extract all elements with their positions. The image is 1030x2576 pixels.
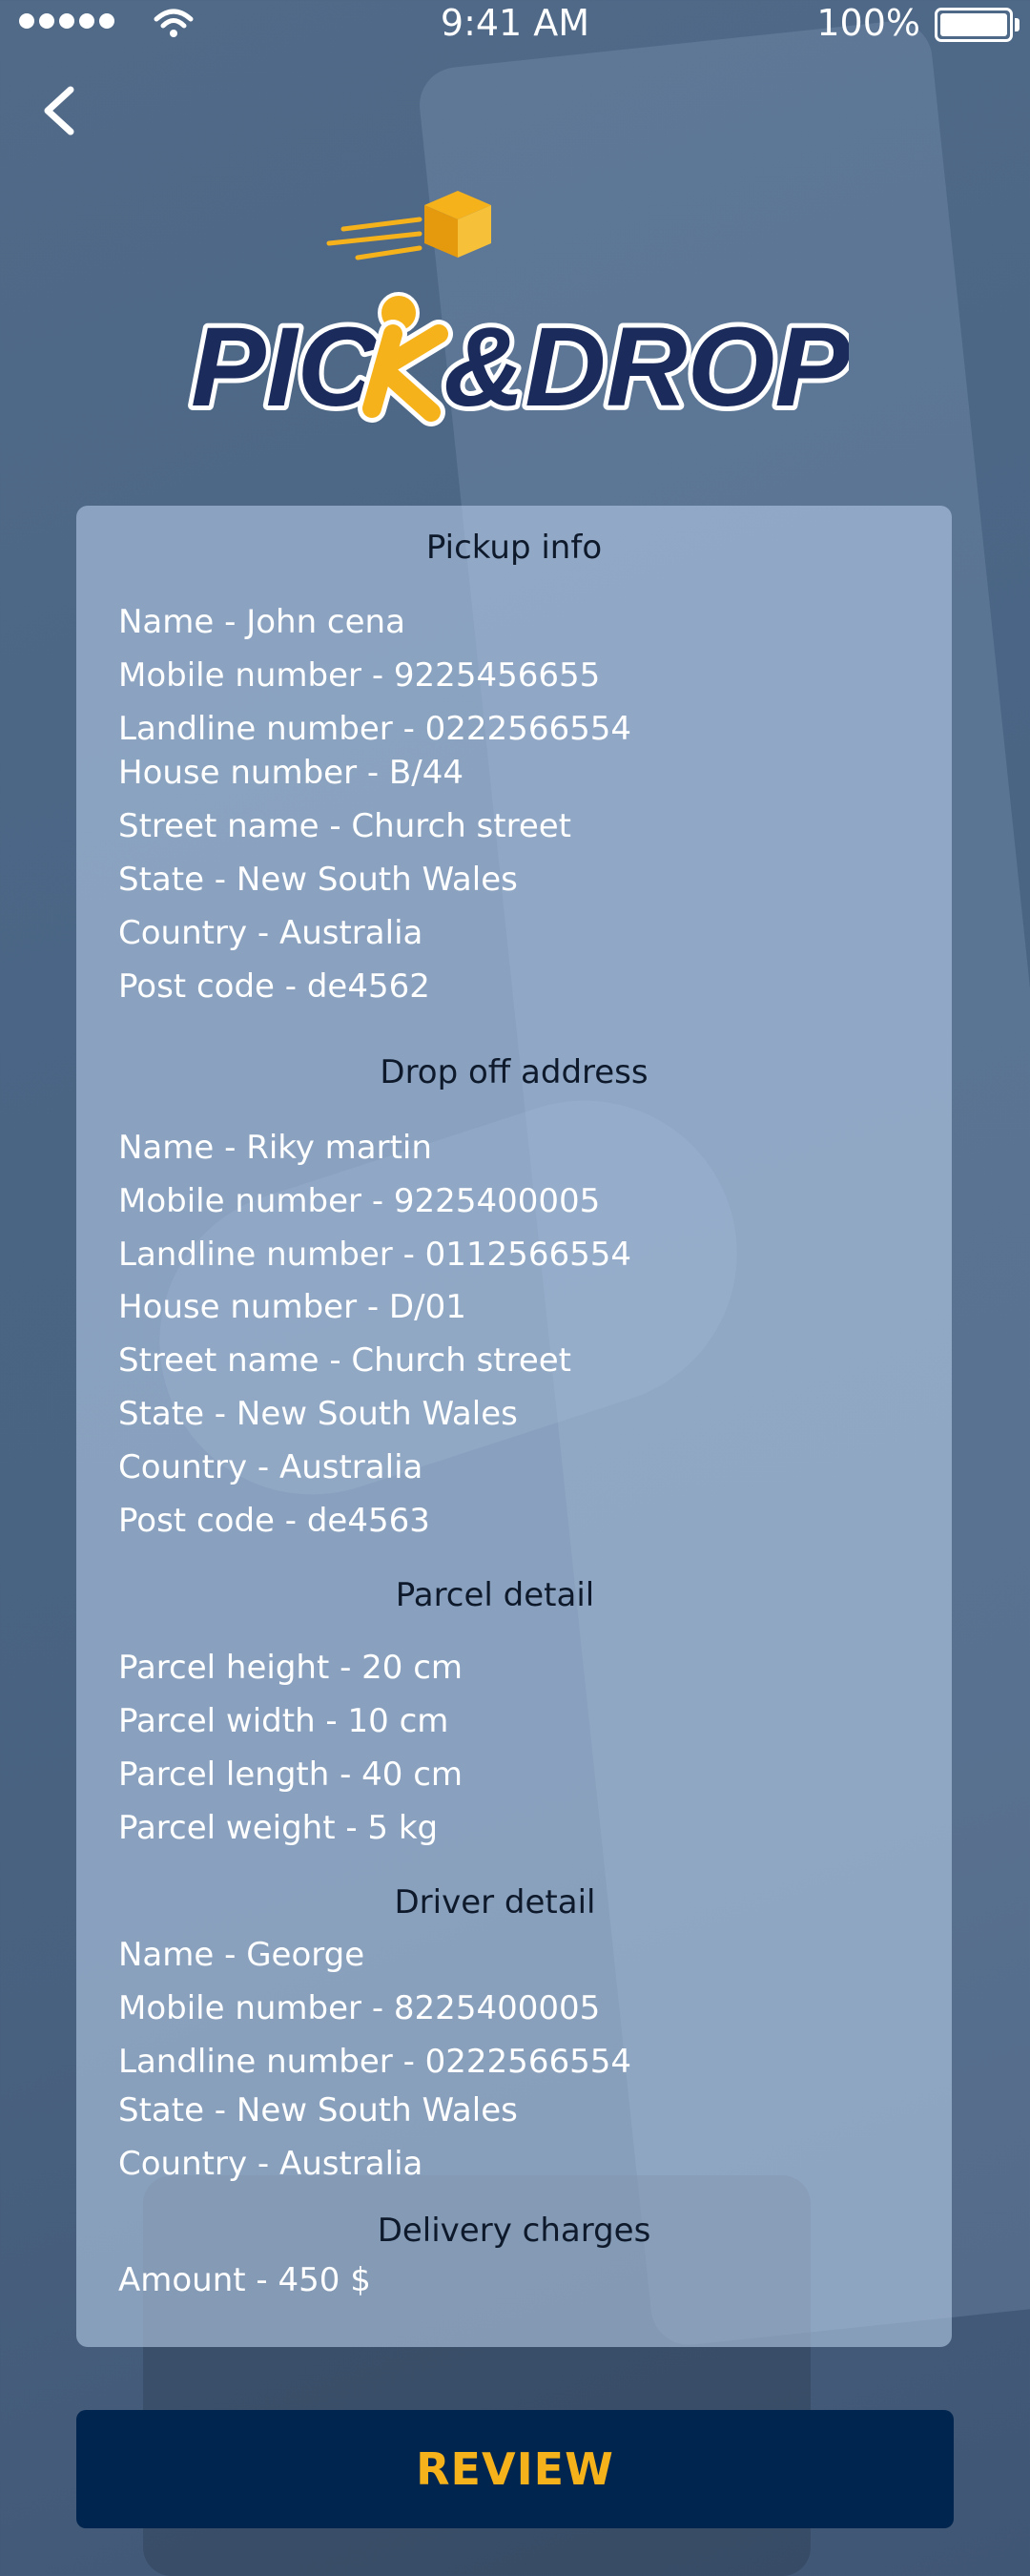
parcel-width: Parcel width - 10 cm bbox=[118, 1702, 449, 1740]
driver-name: Name - George bbox=[118, 1936, 365, 1974]
parcel-length: Parcel length - 40 cm bbox=[118, 1755, 464, 1794]
dropoff-name: Name - Riky martin bbox=[118, 1129, 432, 1167]
back-chevron-icon[interactable] bbox=[34, 76, 88, 145]
dropoff-country: Country - Australia bbox=[118, 1448, 423, 1486]
driver-landline: Landline number - 0222566554 bbox=[118, 2043, 631, 2081]
battery-icon bbox=[935, 8, 1020, 42]
status-bar: 9:41 AM 100% bbox=[0, 0, 1030, 48]
pickup-state: State - New South Wales bbox=[118, 861, 518, 899]
parcel-height: Parcel height - 20 cm bbox=[118, 1649, 464, 1687]
dropoff-landline: Landline number - 0112566554 bbox=[118, 1236, 631, 1274]
dropoff-house-number: House number - D/01 bbox=[118, 1288, 466, 1326]
delivery-charges-title: Delivery charges bbox=[377, 2212, 651, 2250]
dropoff-title: Drop off address bbox=[380, 1053, 649, 1091]
order-summary-card: Pickup info Name - John cena Mobile numb… bbox=[76, 506, 952, 2347]
pickup-mobile: Mobile number - 9225456655 bbox=[118, 656, 601, 695]
pickup-postcode: Post code - de4562 bbox=[118, 967, 430, 1006]
driver-mobile: Mobile number - 8225400005 bbox=[118, 1989, 601, 2027]
pickup-name: Name - John cena bbox=[118, 603, 405, 641]
parcel-weight: Parcel weight - 5 kg bbox=[118, 1809, 439, 1847]
battery-percent: 100% bbox=[816, 2, 920, 44]
pickup-country: Country - Australia bbox=[118, 914, 423, 952]
svg-text:&DROP: &DROP bbox=[443, 304, 849, 430]
logo-graphic: PIC PIC &DROP &DROP bbox=[186, 191, 855, 435]
dropoff-postcode: Post code - de4563 bbox=[118, 1502, 430, 1540]
pickup-landline: Landline number - 0222566554 bbox=[118, 710, 631, 748]
dropoff-state: State - New South Wales bbox=[118, 1395, 518, 1433]
driver-state: State - New South Wales bbox=[118, 2091, 518, 2129]
driver-country: Country - Australia bbox=[118, 2145, 423, 2183]
delivery-amount: Amount - 450 $ bbox=[118, 2261, 371, 2299]
svg-text:PIC: PIC bbox=[191, 304, 380, 430]
dropoff-mobile: Mobile number - 9225400005 bbox=[118, 1182, 601, 1220]
pickup-house-number: House number - B/44 bbox=[118, 754, 464, 792]
pick-and-drop-logo: PIC PIC &DROP &DROP bbox=[181, 191, 855, 439]
parcel-detail-title: Parcel detail bbox=[395, 1576, 595, 1614]
driver-detail-title: Driver detail bbox=[394, 1883, 596, 1922]
pickup-info-title: Pickup info bbox=[425, 529, 603, 567]
pickup-street: Street name - Church street bbox=[118, 807, 571, 845]
dropoff-street: Street name - Church street bbox=[118, 1341, 571, 1380]
review-button[interactable]: REVIEW bbox=[76, 2410, 954, 2528]
